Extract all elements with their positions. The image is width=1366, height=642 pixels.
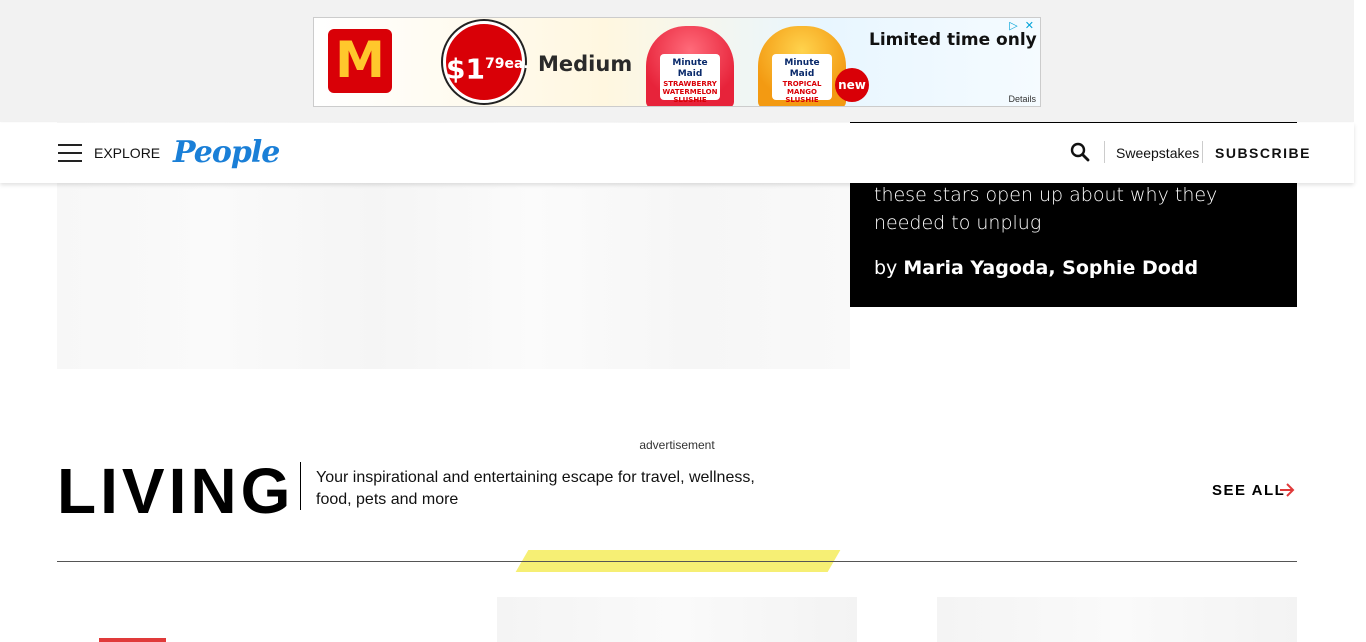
see-all-link[interactable]: SEE ALL xyxy=(1212,482,1285,499)
ad-strip: M $179ea. Medium Minute Maid STRAWBERRY … xyxy=(0,0,1354,122)
ad-banner[interactable]: M $179ea. Medium Minute Maid STRAWBERRY … xyxy=(313,17,1041,107)
section-rule xyxy=(57,561,1297,562)
byline-authors[interactable]: Maria Yagoda, Sophie Dodd xyxy=(903,257,1198,279)
cup-flavor: TROPICAL MANGO SLUSHIE xyxy=(782,80,822,104)
advertisement-label: advertisement xyxy=(639,438,715,452)
sweepstakes-link[interactable]: Sweepstakes xyxy=(1116,145,1199,161)
price-unit: ea. xyxy=(504,56,529,72)
subscribe-link[interactable]: SUBSCRIBE xyxy=(1215,145,1311,161)
price-dollar: $1 xyxy=(446,52,485,86)
byline-prefix: by xyxy=(874,257,904,279)
cup-label: Minute Maid TROPICAL MANGO SLUSHIE xyxy=(772,54,832,104)
arrow-right-icon[interactable] xyxy=(1278,481,1296,499)
search-icon[interactable] xyxy=(1069,141,1091,163)
article-card-image[interactable] xyxy=(497,597,857,642)
ad-details-link[interactable]: Details xyxy=(1008,94,1036,104)
price-cents: 79 xyxy=(484,56,505,72)
mango-slushie-cup: Minute Maid TROPICAL MANGO SLUSHIE xyxy=(758,26,846,106)
header-divider xyxy=(1202,141,1203,163)
new-badge: new xyxy=(835,68,869,102)
page: these stars open up about why they neede… xyxy=(0,0,1366,642)
hamburger-menu-icon[interactable] xyxy=(58,144,82,162)
feature-byline: by Maria Yagoda, Sophie Dodd xyxy=(874,257,1198,279)
ad-headline: Limited time only xyxy=(869,30,1037,50)
section-divider xyxy=(300,462,301,510)
header-divider xyxy=(1104,141,1105,163)
category-tag-accent xyxy=(99,638,166,642)
feature-blurb: these stars open up about why they neede… xyxy=(874,184,1218,234)
ad-size-text: Medium xyxy=(538,52,633,76)
cup-brand: Minute Maid xyxy=(672,58,708,79)
adchoices-icon[interactable]: ▷ ✕ xyxy=(1009,19,1036,32)
section-description: Your inspirational and entertaining esca… xyxy=(316,469,755,508)
mcdonalds-logo: M xyxy=(328,29,392,93)
strawberry-slushie-cup: Minute Maid STRAWBERRY WATERMELON SLUSHI… xyxy=(646,26,734,106)
article-card-image[interactable] xyxy=(937,597,1297,642)
cup-label: Minute Maid STRAWBERRY WATERMELON SLUSHI… xyxy=(660,54,720,104)
people-logo[interactable]: People xyxy=(173,135,280,170)
explore-label[interactable]: EXPLORE xyxy=(94,145,160,161)
cup-brand: Minute Maid xyxy=(784,58,820,79)
cup-flavor: STRAWBERRY WATERMELON SLUSHIE xyxy=(662,80,718,104)
price-badge: $179ea. xyxy=(443,21,529,103)
site-header: EXPLORE People Sweepstakes SUBSCRIBE xyxy=(0,123,1354,183)
section-title: LIVING xyxy=(57,455,295,527)
